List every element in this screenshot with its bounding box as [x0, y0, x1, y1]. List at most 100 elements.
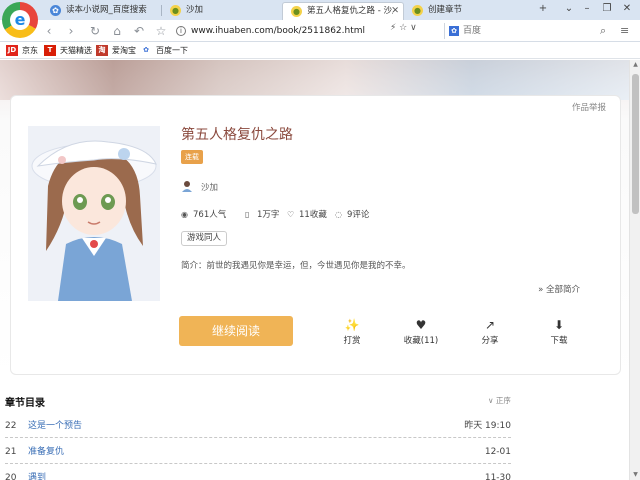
words-value: 1万字: [257, 210, 280, 220]
undo-close-button[interactable]: ↶: [130, 23, 148, 39]
avatar-image: [182, 181, 192, 192]
search-icon[interactable]: ⌕: [600, 24, 606, 38]
header-banner: [0, 60, 629, 100]
browser-logo-letter: e: [14, 10, 26, 29]
new-tab-button[interactable]: +: [534, 2, 552, 16]
popularity-stat: ◉ 761人气: [181, 208, 226, 220]
tab-baidu-search[interactable]: ✿ 读本小说网_百度搜索: [42, 2, 160, 20]
status-badge: 连载: [181, 150, 203, 164]
words-stat: ▯ 1万字: [245, 208, 279, 220]
bookmark-label: 京东: [22, 46, 38, 55]
bookmark-jd[interactable]: JD 京东: [6, 44, 38, 57]
address-tools[interactable]: ⚡ ☆ ∨: [390, 23, 417, 33]
comment-icon: ◌: [335, 210, 342, 219]
search-input[interactable]: [463, 23, 603, 39]
page-content: 作品举报 第五人格复仇之路 连载 沙加 ◉ 761人气 ▯ 1万字 ♡ 11收藏…: [0, 60, 629, 480]
chapter-title-link[interactable]: 准备复仇: [28, 440, 64, 464]
home-button[interactable]: ⌂: [108, 23, 126, 39]
chapter-row[interactable]: 22 这是一个预告 昨天 19:10: [5, 414, 511, 438]
chapter-title-link[interactable]: 这是一个预告: [28, 414, 82, 438]
tab-create-chapter[interactable]: ● 创建章节: [404, 2, 522, 20]
search-box[interactable]: ✿: [444, 23, 614, 39]
chapter-date: 11-30: [484, 473, 511, 480]
chapter-number: 22: [5, 421, 17, 431]
popularity-value: 761人气: [193, 210, 227, 220]
share-button[interactable]: ↗ 分享: [466, 316, 514, 350]
book-title: 第五人格复仇之路: [181, 127, 293, 143]
full-intro-label: 全部简介: [545, 285, 580, 295]
download-button[interactable]: ⬇ 下载: [535, 316, 583, 350]
favorites-value: 11收藏: [299, 210, 327, 220]
close-window-button[interactable]: ✕: [618, 2, 636, 16]
bookmarks-bar: JD 京东 T 天猫精选 淘 爱淘宝 ✿ 百度一下: [0, 42, 640, 59]
restore-button[interactable]: ❐: [598, 2, 616, 16]
tab-shajia[interactable]: ● 沙加: [162, 2, 280, 20]
chapter-row[interactable]: 20 遇到 11-30: [5, 466, 511, 480]
menu-icon[interactable]: ≡: [620, 24, 629, 37]
full-intro-link[interactable]: » 全部简介: [538, 283, 580, 295]
forward-button[interactable]: ›: [62, 23, 80, 39]
author-name[interactable]: 沙加: [201, 181, 218, 193]
comments-stat: ◌ 9评论: [335, 208, 369, 220]
toc-title: 章节目录: [5, 398, 45, 409]
chapter-date: 12-01: [484, 447, 511, 457]
magic-wand-icon: ✨: [344, 318, 360, 332]
bookmark-label: 天猫精选: [60, 46, 92, 55]
chapter-date: 昨天 19:10: [464, 421, 511, 431]
favorite-star-button[interactable]: ☆: [152, 23, 170, 39]
baidu-icon[interactable]: ✿: [449, 26, 459, 36]
book-info-card: 作品举报 第五人格复仇之路 连载 沙加 ◉ 761人气 ▯ 1万字 ♡ 11收藏…: [10, 95, 621, 375]
report-link[interactable]: 作品举报: [572, 101, 606, 113]
bubble-icon: ●: [412, 5, 423, 16]
tab-close-icon[interactable]: ✕: [391, 3, 399, 20]
scroll-thumb[interactable]: [632, 74, 639, 214]
sort-label: 正序: [495, 396, 511, 405]
book-intro: 简介：前世的我遇见你是幸运，但，今世遇见你是我的不幸。: [181, 261, 411, 271]
tab-book-page[interactable]: ● 第五人格复仇之路 - 沙加 ✕: [282, 2, 404, 20]
favorites-stat: ♡ 11收藏: [287, 208, 327, 220]
chapter-title-link[interactable]: 遇到: [28, 466, 46, 480]
download-label: 下载: [550, 336, 568, 346]
bookmark-baidu[interactable]: ✿ 百度一下: [140, 44, 188, 57]
chapter-number: 20: [5, 473, 17, 480]
book-cover-image[interactable]: [28, 126, 160, 301]
cover-illustration: [28, 126, 160, 301]
bubble-icon: ●: [170, 5, 181, 16]
info-icon: i: [176, 26, 186, 36]
tmall-logo-icon: T: [44, 45, 56, 56]
continue-reading-button[interactable]: 继续阅读: [179, 316, 293, 346]
minimize-button[interactable]: –: [578, 2, 596, 16]
scroll-down-arrow-icon[interactable]: ▼: [630, 470, 640, 480]
vertical-scrollbar[interactable]: ▲ ▼: [629, 60, 640, 480]
bubble-icon: ●: [291, 6, 302, 17]
tip-button[interactable]: ✨ 打赏: [328, 316, 376, 350]
tip-label: 打赏: [343, 336, 361, 346]
browser-navbar: ‹ › ↻ ⌂ ↶ ☆ i www.ihuaben.com/book/25118…: [0, 20, 640, 42]
chapter-number: 21: [5, 447, 17, 457]
genre-tag[interactable]: 游戏同人: [181, 231, 228, 246]
bookmark-tmall[interactable]: T 天猫精选: [44, 44, 92, 57]
tab-label: 沙加: [186, 5, 204, 15]
chapter-row[interactable]: 21 准备复仇 12-01: [5, 440, 511, 464]
comments-value: 9评论: [347, 210, 370, 220]
eye-icon: ◉: [181, 210, 188, 219]
favorite-button[interactable]: ♥ 收藏(11): [397, 316, 445, 350]
browser-logo-icon[interactable]: e: [2, 2, 38, 38]
reload-button[interactable]: ↻: [86, 23, 104, 39]
author-avatar[interactable]: [181, 180, 193, 192]
back-button[interactable]: ‹: [40, 23, 58, 39]
aitaobao-logo-icon: 淘: [96, 45, 108, 56]
tab-label: 创建章节: [428, 5, 463, 15]
tab-list-chevron-icon[interactable]: ⌄: [560, 2, 578, 16]
browser-titlebar: e ✿ 读本小说网_百度搜索 ● 沙加 ● 第五人格复仇之路 - 沙加 ✕ ● …: [0, 0, 640, 38]
chevron-down-icon: ∨: [488, 396, 494, 405]
tab-label: 第五人格复仇之路 - 沙加: [307, 6, 393, 16]
sort-order-toggle[interactable]: ∨ 正序: [488, 395, 511, 406]
address-url[interactable]: www.ihuaben.com/book/2511862.html: [191, 23, 365, 39]
jd-logo-icon: JD: [6, 45, 18, 56]
tab-label: 读本小说网_百度搜索: [66, 5, 147, 15]
scroll-up-arrow-icon[interactable]: ▲: [630, 60, 640, 70]
heart-outline-icon: ♡: [287, 210, 295, 219]
bookmark-aitaobao[interactable]: 淘 爱淘宝: [96, 44, 136, 57]
paw-icon: ✿: [50, 5, 61, 16]
